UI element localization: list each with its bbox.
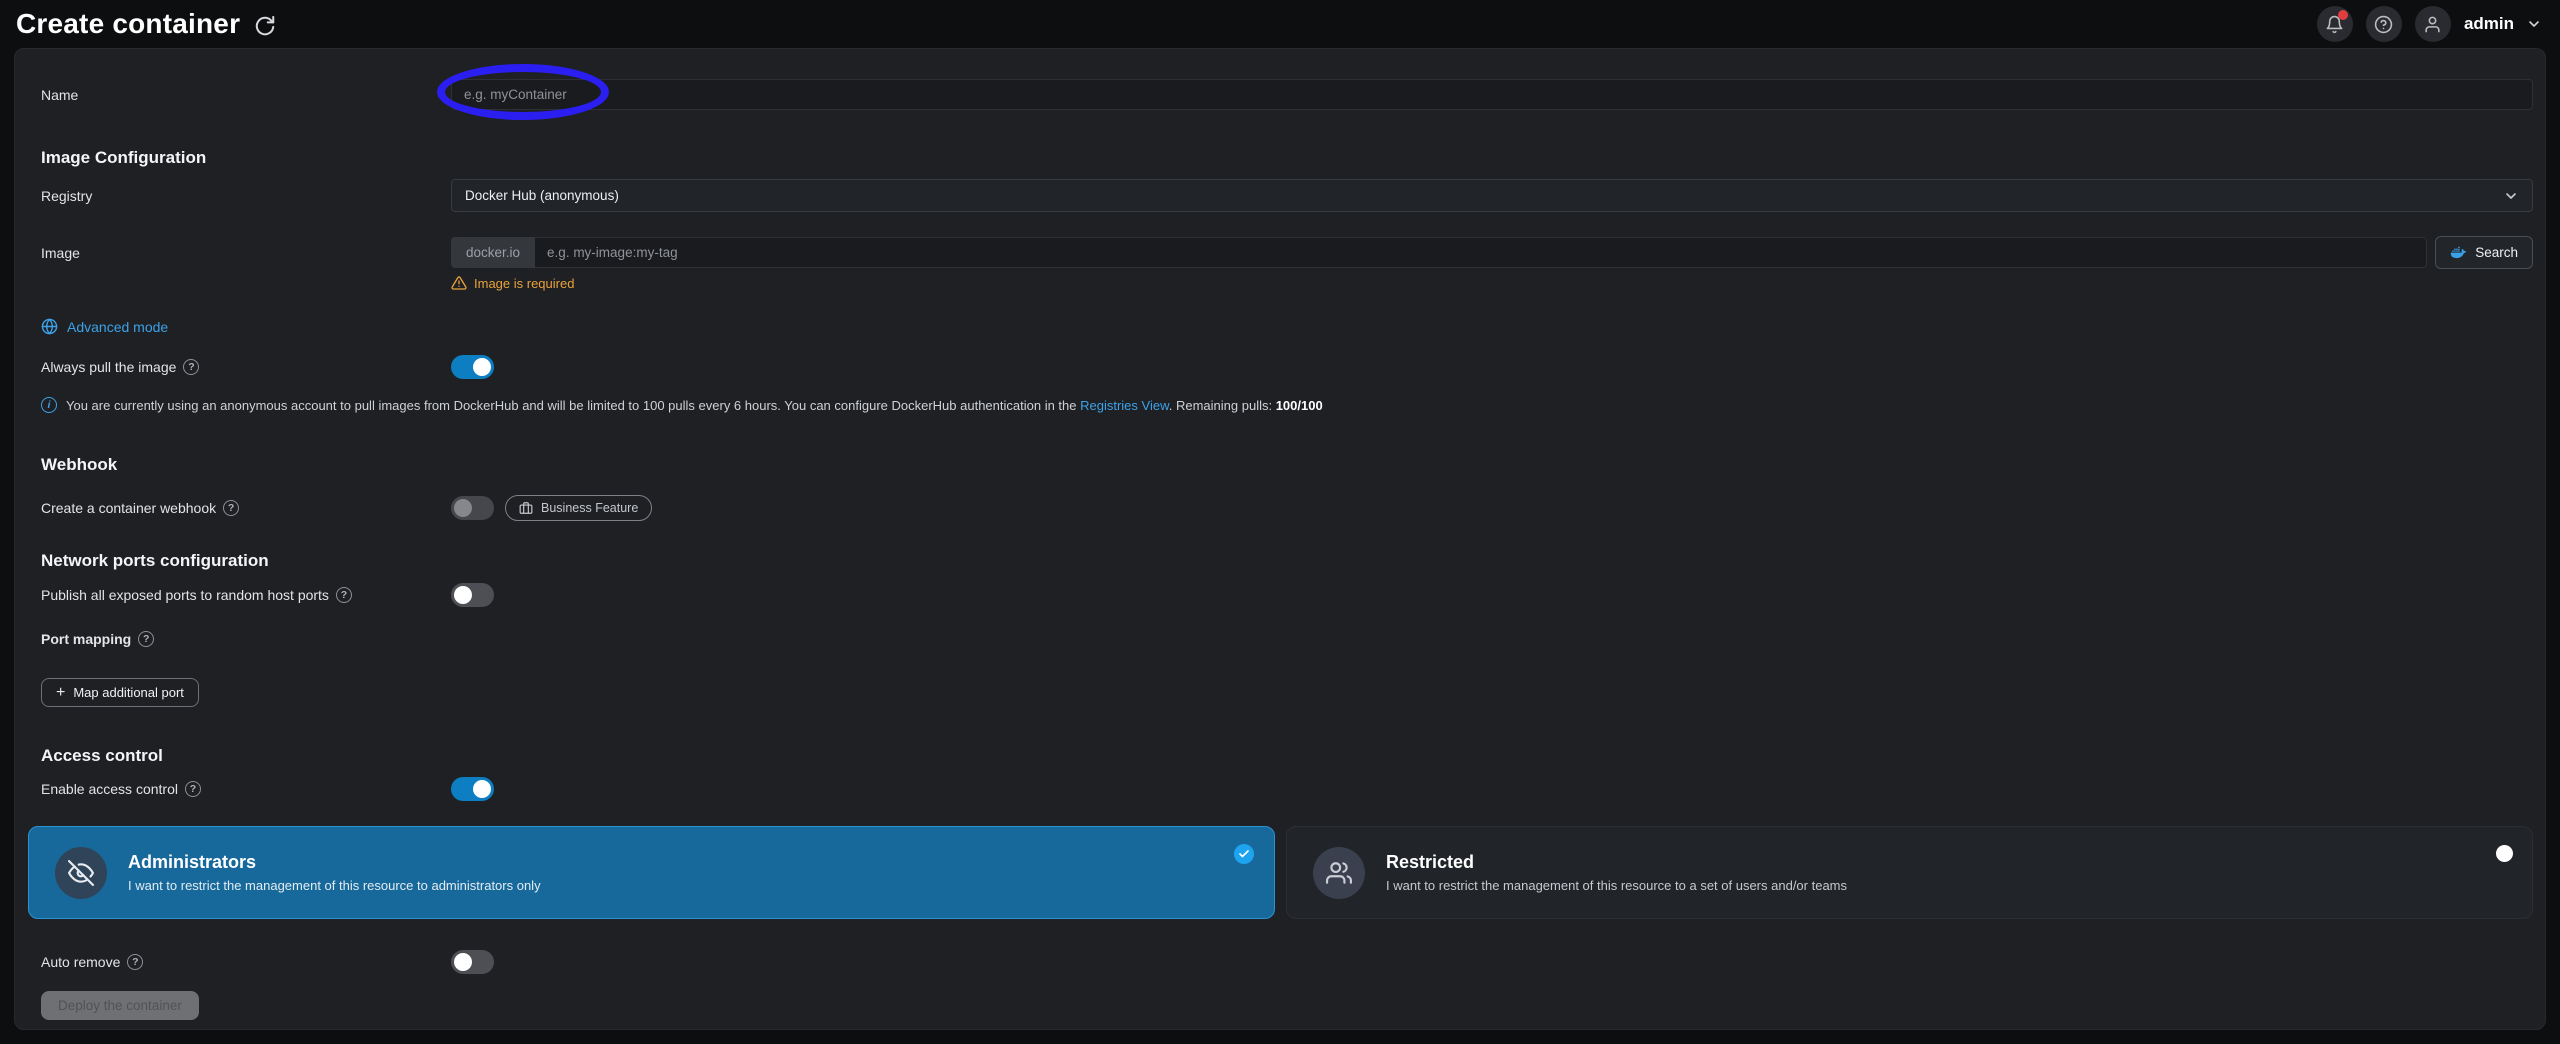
publish-ports-row: Publish all exposed ports to random host… bbox=[28, 583, 2533, 607]
advanced-mode-link[interactable]: Advanced mode bbox=[41, 318, 2533, 335]
port-mapping-row: Port mapping ? bbox=[28, 631, 2533, 647]
docker-whale-icon bbox=[2450, 244, 2467, 261]
webhook-label: Create a container webhook bbox=[41, 500, 216, 516]
name-row: Name bbox=[28, 79, 2533, 110]
page-title: Create container bbox=[16, 8, 240, 40]
access-control-options: Administrators I want to restrict the ma… bbox=[28, 826, 2533, 919]
enable-access-help-icon[interactable]: ? bbox=[185, 781, 201, 797]
image-configuration-heading: Image Configuration bbox=[41, 148, 2533, 168]
eye-off-icon bbox=[68, 860, 94, 886]
image-input[interactable] bbox=[535, 237, 2427, 268]
briefcase-icon bbox=[519, 501, 533, 515]
advanced-mode-label: Advanced mode bbox=[67, 319, 168, 335]
webhook-toggle bbox=[451, 496, 494, 520]
plus-icon: + bbox=[56, 685, 65, 701]
business-feature-badge: Business Feature bbox=[505, 495, 652, 521]
notification-dot bbox=[2338, 10, 2348, 20]
title-wrap: Create container bbox=[16, 8, 276, 40]
name-label: Name bbox=[28, 87, 451, 103]
restricted-title: Restricted bbox=[1386, 852, 1847, 873]
publish-ports-help-icon[interactable]: ? bbox=[336, 587, 352, 603]
enable-access-toggle[interactable] bbox=[451, 777, 494, 801]
user-button[interactable] bbox=[2415, 6, 2451, 42]
map-additional-port-button[interactable]: + Map additional port bbox=[41, 678, 199, 707]
search-button-label: Search bbox=[2475, 245, 2518, 260]
administrators-avatar bbox=[55, 847, 107, 899]
help-button[interactable] bbox=[2366, 6, 2402, 42]
network-ports-heading: Network ports configuration bbox=[41, 551, 2533, 571]
topbar-actions: admin bbox=[2317, 6, 2542, 42]
user-icon bbox=[2423, 15, 2442, 34]
access-option-restricted[interactable]: Restricted I want to restrict the manage… bbox=[1286, 826, 2533, 919]
registry-select[interactable]: Docker Hub (anonymous) bbox=[451, 179, 2533, 212]
administrators-title: Administrators bbox=[128, 852, 541, 873]
image-row: Image docker.io Search bbox=[28, 236, 2533, 269]
user-name: admin bbox=[2464, 14, 2514, 34]
top-bar: Create container admin bbox=[0, 0, 2560, 48]
access-control-heading: Access control bbox=[41, 746, 2533, 766]
refresh-icon[interactable] bbox=[254, 15, 276, 37]
warning-icon bbox=[451, 275, 467, 291]
user-menu[interactable]: admin bbox=[2464, 14, 2542, 34]
unselected-radio-icon bbox=[2496, 845, 2513, 862]
chevron-down-icon bbox=[2503, 188, 2519, 204]
registry-selected-value: Docker Hub (anonymous) bbox=[465, 188, 619, 203]
auto-remove-label: Auto remove bbox=[41, 954, 120, 970]
always-pull-row: Always pull the image ? bbox=[28, 355, 2533, 379]
registry-label: Registry bbox=[28, 188, 451, 204]
notice-text-after: . Remaining pulls: bbox=[1169, 398, 1276, 413]
registries-view-link[interactable]: Registries View bbox=[1080, 398, 1169, 413]
always-pull-label: Always pull the image bbox=[41, 359, 176, 375]
selected-check-icon bbox=[1234, 844, 1254, 864]
anonymous-pull-notice: i You are currently using an anonymous a… bbox=[41, 397, 2533, 413]
publish-ports-label: Publish all exposed ports to random host… bbox=[41, 587, 329, 603]
registry-row: Registry Docker Hub (anonymous) bbox=[28, 179, 2533, 212]
notifications-button[interactable] bbox=[2317, 6, 2353, 42]
port-mapping-label: Port mapping bbox=[41, 631, 131, 647]
name-input[interactable] bbox=[451, 79, 2533, 110]
enable-access-label: Enable access control bbox=[41, 781, 178, 797]
remaining-pulls-value: 100/100 bbox=[1276, 398, 1323, 413]
auto-remove-toggle[interactable] bbox=[451, 950, 494, 974]
deploy-container-button[interactable]: Deploy the container bbox=[41, 991, 199, 1020]
image-error-text: Image is required bbox=[474, 276, 574, 291]
publish-ports-toggle[interactable] bbox=[451, 583, 494, 607]
port-mapping-help-icon[interactable]: ? bbox=[138, 631, 154, 647]
administrators-description: I want to restrict the management of thi… bbox=[128, 878, 541, 893]
map-additional-port-label: Map additional port bbox=[73, 685, 184, 700]
info-icon: i bbox=[41, 397, 57, 413]
users-icon bbox=[1326, 860, 1352, 886]
auto-remove-row: Auto remove ? bbox=[28, 950, 2533, 974]
webhook-help-icon[interactable]: ? bbox=[223, 500, 239, 516]
enable-access-row: Enable access control ? bbox=[28, 777, 2533, 801]
image-input-group: docker.io bbox=[451, 237, 2427, 268]
webhook-heading: Webhook bbox=[41, 455, 2533, 475]
image-label: Image bbox=[28, 245, 451, 261]
always-pull-toggle[interactable] bbox=[451, 355, 494, 379]
image-registry-prefix: docker.io bbox=[451, 237, 535, 268]
always-pull-help-icon[interactable]: ? bbox=[183, 359, 199, 375]
business-feature-label: Business Feature bbox=[541, 501, 638, 515]
webhook-row: Create a container webhook ? Business Fe… bbox=[28, 495, 2533, 521]
chevron-down-icon bbox=[2526, 16, 2542, 32]
restricted-description: I want to restrict the management of thi… bbox=[1386, 878, 1847, 893]
create-container-form-card: Name Image Configuration Registry Docker… bbox=[14, 48, 2546, 1030]
notice-text-before: You are currently using an anonymous acc… bbox=[66, 398, 1080, 413]
auto-remove-help-icon[interactable]: ? bbox=[127, 954, 143, 970]
access-option-administrators[interactable]: Administrators I want to restrict the ma… bbox=[28, 826, 1275, 919]
globe-icon bbox=[41, 318, 58, 335]
help-icon bbox=[2374, 15, 2393, 34]
restricted-avatar bbox=[1313, 847, 1365, 899]
image-error-row: Image is required bbox=[28, 275, 2533, 291]
search-image-button[interactable]: Search bbox=[2435, 236, 2533, 269]
